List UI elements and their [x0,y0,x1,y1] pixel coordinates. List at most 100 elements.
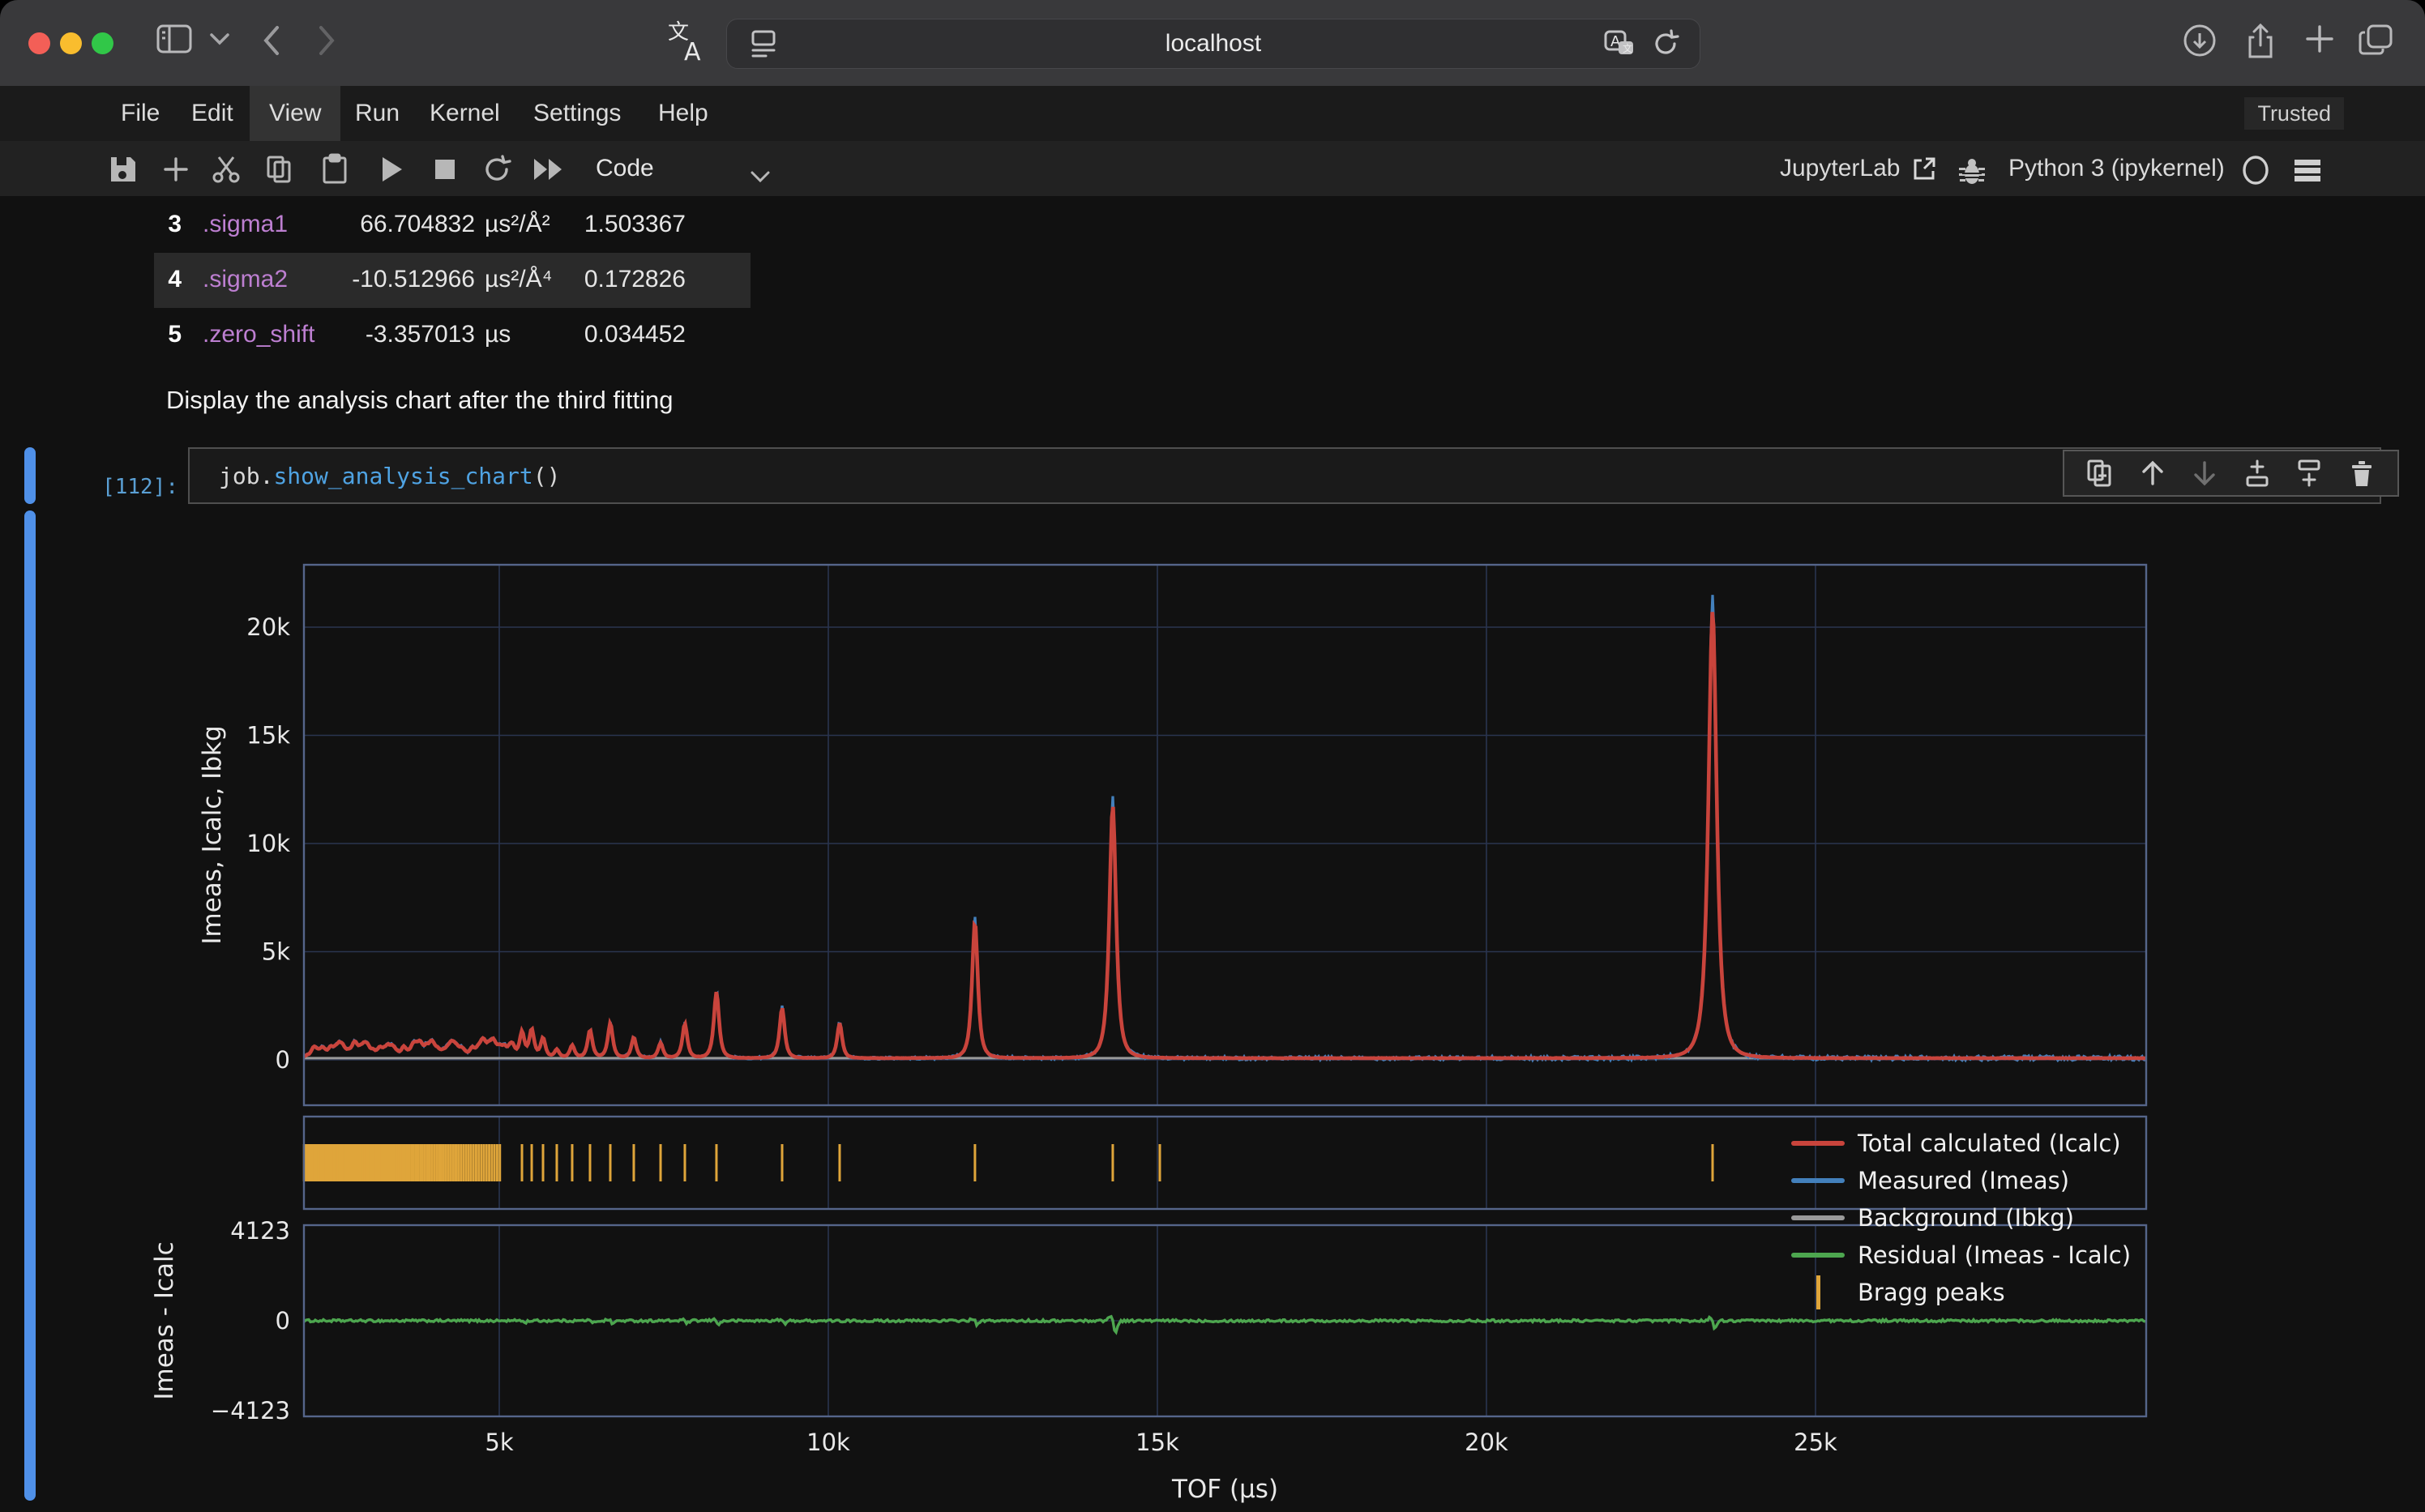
legend-label: Residual (Imeas - Icalc) [1858,1241,2131,1269]
jupyterlab-link[interactable]: JupyterLab [1780,141,1937,196]
cell-type-dropdown[interactable]: Code [596,141,770,196]
menu-settings[interactable]: Settings [514,86,640,141]
svg-text:15k: 15k [1136,1429,1179,1456]
delete-cell-icon[interactable] [2346,457,2378,489]
notebook-toolbar: Code JupyterLab Python 3 (ipykernel) [0,141,2425,198]
chevron-down-icon[interactable] [209,32,230,45]
insert-cell-below-icon[interactable] [2293,457,2325,489]
external-link-icon [1911,156,1937,182]
analysis-chart[interactable]: 05k10k15k20k41230−41235k10k15k20k25kImea… [0,519,2425,1512]
param-units: µs²/Å⁴ [485,266,553,293]
sidebar-icon[interactable] [156,23,193,55]
zoom-window-button[interactable] [92,32,113,54]
legend-label: Measured (Imeas) [1858,1167,2069,1194]
back-button[interactable] [259,23,282,58]
legend-item[interactable]: Bragg peaks [1780,1274,2131,1311]
debugger-icon[interactable] [1955,154,1989,188]
param-value: -10.512966 [349,266,475,293]
hamburger-menu-icon[interactable] [2290,154,2324,188]
page-translate-icon[interactable]: A 文 [1604,30,1636,59]
move-cell-down-icon[interactable] [2188,457,2221,489]
menu-run[interactable]: Run [336,86,419,141]
menu-help[interactable]: Help [639,86,728,141]
param-units: µs [485,321,511,348]
table-row: 3 .sigma1 66.704832 µs²/Å² 1.503367 [154,198,751,253]
svg-text:A: A [684,38,701,63]
table-row: 5 .zero_shift -3.357013 µs 0.034452 [154,308,751,363]
url-text[interactable]: localhost [727,30,1700,58]
legend-item[interactable]: Residual (Imeas - Icalc) [1780,1237,2131,1274]
kernel-label: Python 3 (ipykernel) [2008,155,2225,182]
close-window-button[interactable] [28,32,50,54]
svg-text:5k: 5k [485,1429,513,1456]
legend-item[interactable]: Total calculated (Icalc) [1780,1125,2131,1162]
forward-button[interactable] [316,23,339,58]
svg-text:25k: 25k [1794,1429,1837,1456]
kernel-name[interactable]: Python 3 (ipykernel) [2008,141,2225,196]
legend-label: Bragg peaks [1858,1279,2005,1306]
run-icon[interactable] [374,152,408,186]
table-row: 4 .sigma2 -10.512966 µs²/Å⁴ 0.172826 [154,253,751,308]
duplicate-cell-icon[interactable] [2084,457,2116,489]
svg-text:−4123: −4123 [211,1397,290,1424]
tab-overview-icon[interactable] [2357,23,2396,58]
new-tab-icon[interactable] [2303,23,2336,55]
svg-text:10k: 10k [246,830,290,857]
legend-item[interactable]: Measured (Imeas) [1780,1162,2131,1199]
legend-line-sample [1791,1178,1845,1183]
copy-icon[interactable] [263,152,297,186]
browser-chrome: 文A localhost A 文 [0,0,2425,86]
menu-view[interactable]: View [250,86,340,141]
chart-legend: Total calculated (Icalc) Measured (Imeas)… [1780,1125,2131,1311]
move-cell-up-icon[interactable] [2136,457,2169,489]
menu-edit[interactable]: Edit [172,86,253,141]
svg-text:4123: 4123 [230,1217,290,1245]
row-index: 3 [154,211,182,238]
code-editor[interactable]: job.show_analysis_chart() [188,447,2381,504]
share-icon[interactable] [2243,23,2277,62]
trusted-badge: Trusted [2244,97,2344,130]
execution-count: [112]: [57,475,178,499]
code-cell-collapser[interactable] [24,447,36,504]
svg-text:20k: 20k [1465,1429,1508,1456]
menu-kernel[interactable]: Kernel [410,86,520,141]
translate-icon[interactable]: 文A [666,19,707,63]
jupyterlab-label: JupyterLab [1780,155,1900,182]
svg-text:5k: 5k [262,938,290,966]
address-bar[interactable]: localhost A 文 [726,19,1700,69]
svg-text:20k: 20k [246,613,290,641]
svg-text:TOF (µs): TOF (µs) [1171,1475,1278,1504]
safari-window: 文A localhost A 文 [0,0,2425,1512]
cell-type-label: Code [596,155,654,182]
param-name: .sigma2 [203,266,288,293]
legend-label: Total calculated (Icalc) [1858,1130,2121,1157]
minimize-window-button[interactable] [60,32,82,54]
svg-text:15k: 15k [246,722,290,750]
restart-kernel-icon[interactable] [480,152,514,186]
param-error: 1.503367 [584,211,686,238]
restart-run-all-icon[interactable] [532,152,566,186]
row-index: 5 [154,321,182,348]
param-value: -3.357013 [349,321,475,348]
paste-icon[interactable] [318,152,352,186]
downloads-icon[interactable] [2182,23,2218,58]
cut-icon[interactable] [209,152,243,186]
add-cell-icon[interactable] [159,152,193,186]
row-index: 4 [154,266,182,293]
param-name: .sigma1 [203,211,288,238]
menu-file[interactable]: File [101,86,179,141]
save-icon[interactable] [105,152,139,186]
legend-line-sample [1791,1141,1845,1146]
reload-icon[interactable] [1651,29,1680,58]
svg-text:10k: 10k [806,1429,850,1456]
insert-cell-above-icon[interactable] [2241,457,2273,489]
svg-text:0: 0 [276,1046,290,1074]
legend-label: Background (Ibkg) [1858,1204,2074,1232]
code-line: job.show_analysis_chart() [219,463,560,489]
stop-icon[interactable] [428,152,462,186]
cell-toolbar [2063,450,2399,497]
legend-tick-sample [1791,1275,1845,1309]
legend-item[interactable]: Background (Ibkg) [1780,1199,2131,1237]
param-name: .zero_shift [203,321,314,348]
kernel-status-icon[interactable] [2239,153,2273,187]
